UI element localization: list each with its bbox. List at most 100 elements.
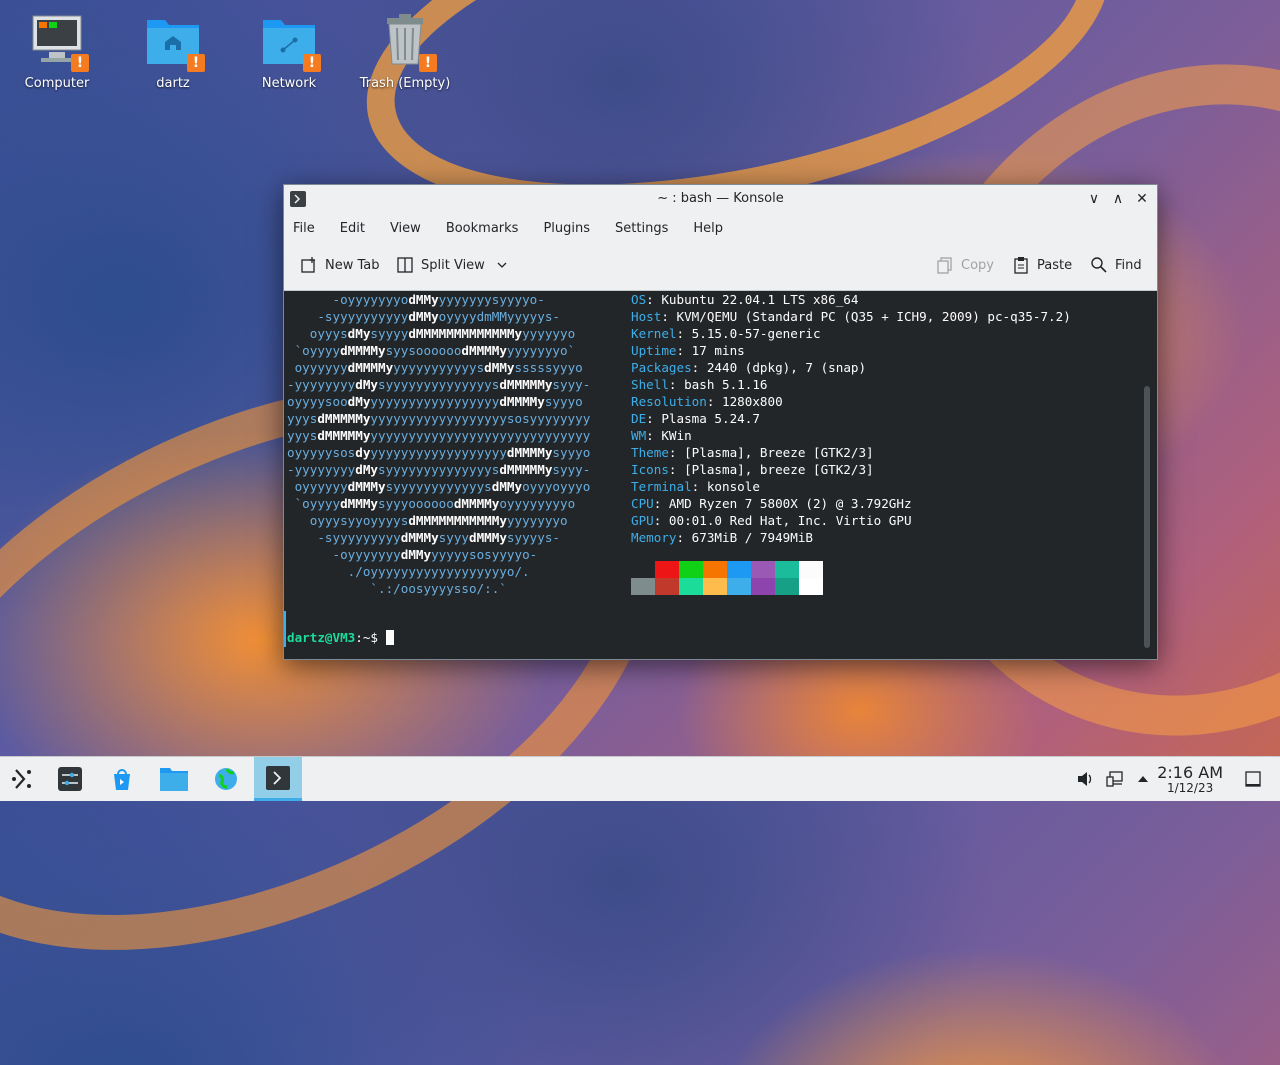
ascii-line: -yyyyyyyydMysyyyyyyyyyyyyyysdMMMMMysyyy-	[287, 377, 591, 392]
ascii-line: -syyyyyyyyyydMMyoyyyydmMMyyyyys-	[287, 309, 560, 324]
taskbar-system-settings[interactable]	[48, 757, 92, 801]
color-swatch	[679, 561, 703, 578]
window-titlebar[interactable]: ~ : bash — Konsole ∨ ∧ ✕	[284, 185, 1157, 213]
info-value: : 5.15.0-57-generic	[676, 326, 821, 341]
info-line: Packages: 2440 (dpkg), 7 (snap)	[631, 359, 1071, 376]
color-swatch	[775, 561, 799, 578]
shell-prompt[interactable]: dartz@VM3:~$	[287, 629, 394, 646]
color-swatch	[631, 578, 655, 595]
info-value: : [Plasma], breeze [GTK2/3]	[668, 462, 874, 477]
taskbar-firefox[interactable]	[204, 757, 248, 801]
find-button[interactable]: Find	[1090, 256, 1142, 274]
color-swatch	[751, 561, 775, 578]
chevron-down-icon[interactable]	[495, 258, 509, 272]
info-line: Icons: [Plasma], breeze [GTK2/3]	[631, 461, 1071, 478]
desktop-icon-computer[interactable]: ! Computer	[7, 12, 107, 91]
info-value: : 673MiB / 7949MiB	[676, 530, 813, 545]
info-line: Resolution: 1280x800	[631, 393, 1071, 410]
copy-button[interactable]: Copy	[936, 256, 994, 274]
info-line: GPU: 00:01.0 Red Hat, Inc. Virtio GPU	[631, 512, 1071, 529]
info-line: Memory: 673MiB / 7949MiB	[631, 529, 1071, 546]
taskbar-dolphin[interactable]	[152, 757, 196, 801]
taskbar-konsole[interactable]	[254, 757, 302, 801]
ascii-line: -syyyyyyyyydMMMysyyydMMMysyyyys-	[287, 530, 560, 545]
discover-icon	[114, 769, 130, 790]
info-key: Host	[631, 309, 662, 324]
info-line: Kernel: 5.15.0-57-generic	[631, 325, 1071, 342]
info-key: DE	[631, 411, 647, 426]
ascii-line: -yyyyyyyydMysyyyyyyyyyyyyyysdMMMMMysyyy-	[287, 462, 591, 477]
desktop-icon-home[interactable]: ! dartz	[123, 12, 223, 91]
taskbar: 2:16 AM 1/12/23	[0, 756, 1280, 801]
info-key: Memory	[631, 530, 677, 545]
trash-icon: !	[377, 12, 437, 72]
warning-badge: !	[71, 54, 89, 72]
menu-plugins[interactable]: Plugins	[543, 221, 590, 236]
color-swatch	[727, 561, 751, 578]
desktop-icon-label: Computer	[24, 76, 90, 91]
warning-badge: !	[187, 54, 205, 72]
system-info: OS: Kubuntu 22.04.1 LTS x86_64 Host: KVM/…	[631, 291, 1071, 546]
desktop-icon-trash[interactable]: ! Trash (Empty)	[355, 12, 455, 91]
desktop-icon-network[interactable]: ! Network	[239, 12, 339, 91]
split-view-button[interactable]: Split View	[396, 256, 516, 274]
globe-icon	[215, 768, 237, 790]
menu-edit[interactable]: Edit	[340, 221, 365, 236]
close-button[interactable]: ✕	[1132, 189, 1152, 209]
color-swatch	[727, 578, 751, 595]
network-icon[interactable]	[1105, 769, 1125, 789]
info-value: : Plasma 5.24.7	[646, 411, 760, 426]
ascii-line: `oyyyydMMMMysyysoooooodMMMMyyyyyyyyo`	[287, 343, 576, 358]
maximize-button[interactable]: ∧	[1108, 189, 1128, 209]
menu-help[interactable]: Help	[693, 221, 723, 236]
network-folder-icon: !	[261, 12, 321, 72]
desktop-icon-label: Trash (Empty)	[359, 76, 451, 91]
info-value: : KWin	[646, 428, 692, 443]
computer-icon: !	[29, 12, 89, 72]
info-value: : [Plasma], Breeze [GTK2/3]	[668, 445, 874, 460]
info-value: : Kubuntu 22.04.1 LTS x86_64	[646, 292, 859, 307]
info-key: Icons	[631, 462, 669, 477]
tray-expand-icon[interactable]	[1133, 769, 1153, 789]
menu-bookmarks[interactable]: Bookmarks	[446, 221, 519, 236]
warning-badge: !	[303, 54, 321, 72]
new-tab-icon	[301, 257, 315, 273]
ascii-line: oyyyyysosdyyyyyyyyyyyyyyyyyyydMMMMysyyyo	[287, 445, 591, 460]
desktop-icon-label: Network	[261, 76, 317, 91]
window-title: ~ : bash — Konsole	[657, 191, 784, 206]
ascii-line: -oyyyyyyydMMyyyyyysosyyyyo-	[287, 547, 538, 562]
terminal-area[interactable]: -oyyyyyyyodMMyyyyyyyysyyyyo- -syyyyyyyyy…	[284, 291, 1157, 659]
menu-view[interactable]: View	[390, 221, 421, 236]
minimize-button[interactable]: ∨	[1084, 189, 1104, 209]
info-line: Terminal: konsole	[631, 478, 1071, 495]
ascii-line: yyysdMMMMMyyyyyyyyyyyyyyyyyyyyyyyyyyyyyy	[287, 428, 591, 443]
taskbar-discover[interactable]	[100, 757, 144, 801]
show-desktop-icon[interactable]	[1243, 769, 1263, 789]
color-swatch	[799, 578, 823, 595]
ascii-line: oyyysyyoyyyysdMMMMMMMMMMMyyyyyyyyo	[287, 513, 568, 528]
ascii-line: `.:/oosyyyysso/:.`	[287, 581, 507, 596]
paste-button[interactable]: Paste	[1012, 256, 1072, 274]
info-key: Shell	[631, 377, 669, 392]
scrollbar[interactable]	[1144, 386, 1150, 648]
folder-icon	[160, 768, 188, 791]
prompt-user: dartz@VM3	[287, 630, 356, 645]
menu-file[interactable]: File	[293, 221, 315, 236]
desktop-icon-label: dartz	[156, 76, 190, 91]
info-value: : 17 mins	[676, 343, 745, 358]
app-launcher-button[interactable]	[0, 757, 44, 801]
menu-settings[interactable]: Settings	[615, 221, 668, 236]
paste-icon	[1014, 257, 1028, 274]
volume-icon[interactable]	[1075, 769, 1095, 789]
digital-clock[interactable]: 2:16 AM 1/12/23	[1157, 764, 1223, 795]
ascii-line: -oyyyyyyyodMMyyyyyyyysyyyyo-	[287, 292, 545, 307]
clock-time: 2:16 AM	[1157, 763, 1223, 782]
color-swatch	[655, 578, 679, 595]
info-key: Uptime	[631, 343, 677, 358]
find-label: Find	[1115, 257, 1142, 273]
focus-indicator	[284, 611, 286, 647]
info-line: OS: Kubuntu 22.04.1 LTS x86_64	[631, 291, 1071, 308]
paste-label: Paste	[1037, 257, 1073, 273]
konsole-window[interactable]: ~ : bash — Konsole ∨ ∧ ✕ File Edit View …	[283, 184, 1158, 660]
new-tab-button[interactable]: New Tab	[300, 256, 380, 274]
